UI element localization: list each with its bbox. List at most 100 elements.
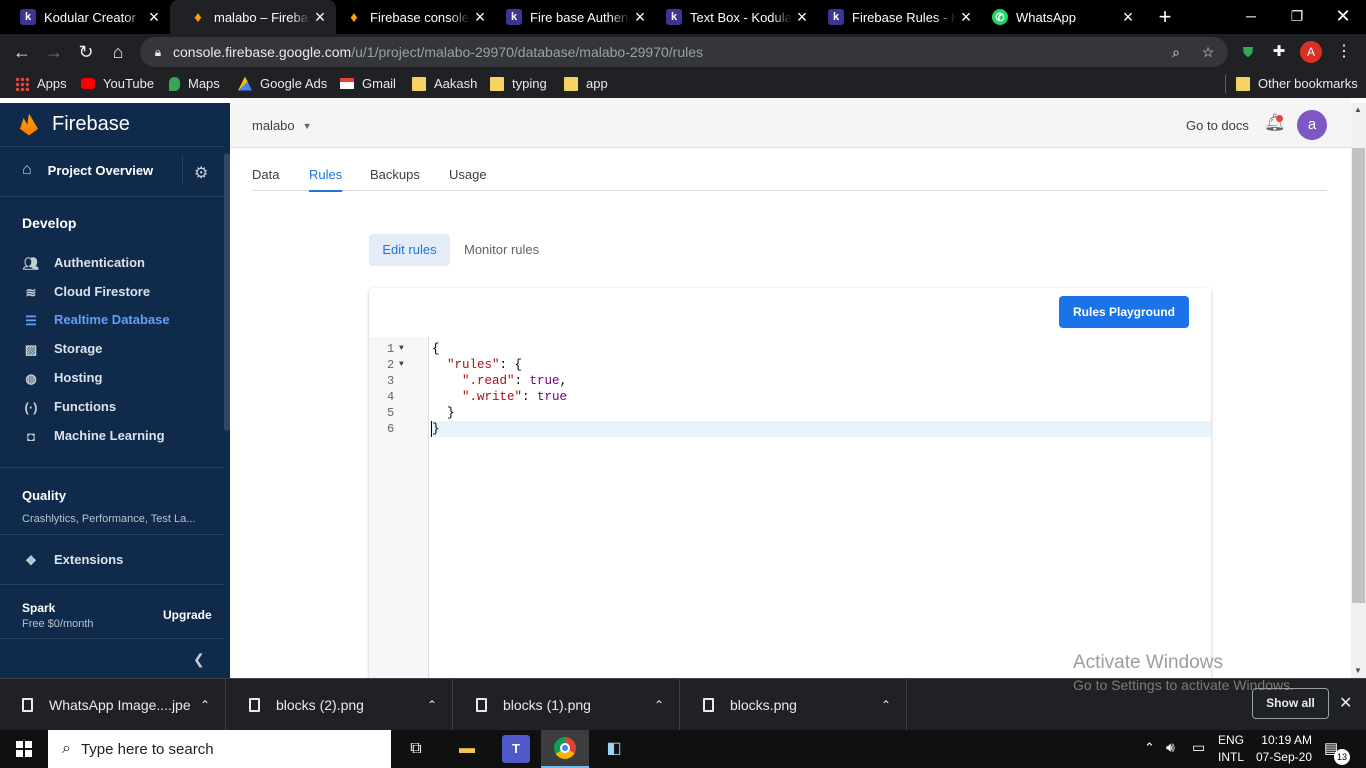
task-view-icon[interactable]: ⧉ [402, 735, 430, 763]
code-editor[interactable]: 1 ▼ 2 ▼ 3 4 5 6 { "rules": { ".read": true… [369, 337, 1211, 678]
address-bar[interactable]: 🔒︎ console.firebase.google.com/u/1/proje… [140, 37, 1228, 67]
browser-tab[interactable]: ♦ Firebase console × [336, 0, 496, 34]
zoom-search-icon[interactable]: ⌕ [1166, 41, 1186, 63]
gmail-icon [340, 78, 354, 89]
close-tab-icon[interactable]: × [310, 7, 330, 28]
other-bookmarks[interactable]: Other bookmarks [1236, 76, 1358, 91]
sidebar-item-machine-learning[interactable]: ◘ Machine Learning [22, 428, 164, 444]
restore-window-button[interactable]: ❐ [1274, 0, 1320, 32]
download-item[interactable]: blocks.png ⌃ [681, 679, 907, 731]
line-number: 1 ▼ [387, 341, 404, 357]
chevron-up-icon[interactable]: ⌃ [418, 698, 446, 712]
rules-playground-button[interactable]: Rules Playground [1059, 296, 1189, 328]
monitor-rules-button[interactable]: Monitor rules [464, 234, 539, 266]
fold-arrow-icon[interactable]: ▼ [399, 341, 404, 357]
scrollbar-thumb[interactable] [1352, 148, 1365, 603]
plan-name: Spark [22, 601, 56, 615]
bookmark-youtube[interactable]: YouTube [81, 76, 154, 91]
close-tab-icon[interactable]: × [470, 7, 490, 28]
scroll-down-arrow-icon[interactable]: ▼ [1354, 666, 1362, 675]
quality-heading[interactable]: Quality [22, 488, 66, 503]
chevron-up-icon[interactable]: ⌃ [872, 698, 900, 712]
bookmark-maps[interactable]: Maps [169, 76, 220, 91]
firebase-logo[interactable]: Firebase [20, 113, 130, 136]
project-overview-link[interactable]: ⌂ Project Overview [22, 161, 153, 179]
keyboard-layout-indicator[interactable]: INTL [1218, 750, 1244, 764]
sidebar-item-realtime-database[interactable]: ☰ Realtime Database [22, 312, 169, 328]
profile-avatar[interactable]: A [1300, 41, 1322, 63]
sidebar-item-extensions[interactable]: ❖ Extensions [22, 552, 123, 568]
back-button[interactable]: ← [9, 39, 35, 65]
bookmark-gmail[interactable]: Gmail [340, 76, 396, 91]
start-button[interactable] [0, 730, 48, 768]
language-indicator[interactable]: ENG [1218, 733, 1244, 747]
browser-tab[interactable]: k Text Box - Kodular × [656, 0, 818, 34]
go-to-docs-link[interactable]: Go to docs [1186, 118, 1249, 133]
reload-button[interactable]: ↻ [73, 39, 99, 65]
gear-icon[interactable]: ⚙ [194, 163, 208, 183]
close-tab-icon[interactable]: × [1118, 7, 1138, 28]
tab-data[interactable]: Data [252, 167, 279, 190]
bookmarks-bar: Apps YouTube Maps Google Ads Gmail Aakas… [0, 70, 1366, 98]
upgrade-button[interactable]: Upgrade [163, 608, 212, 622]
browser-tab-active[interactable]: ♦ malabo – Firebase × [170, 0, 336, 34]
bookmark-google-ads[interactable]: Google Ads [238, 76, 327, 91]
develop-heading[interactable]: Develop [22, 215, 76, 231]
bookmark-star-icon[interactable]: ☆ [1198, 41, 1218, 63]
app-icon[interactable]: ◧ [600, 735, 628, 763]
tab-backups[interactable]: Backups [370, 167, 420, 190]
close-tab-icon[interactable]: × [144, 7, 164, 28]
database-tabs: Data Rules Backups Usage [252, 163, 1327, 192]
browser-tab[interactable]: k Fire base Authenti × [496, 0, 656, 34]
sidebar-item-cloud-firestore[interactable]: ≋ Cloud Firestore [22, 284, 151, 300]
collapse-sidebar-icon[interactable]: ❮ [193, 651, 205, 668]
show-hidden-icons-chevron-icon[interactable]: ⌃ [1144, 740, 1155, 756]
code-line: "rules": { [447, 358, 523, 372]
home-button[interactable]: ⌂ [105, 39, 131, 65]
new-tab-button[interactable]: + [1154, 4, 1176, 30]
minimize-window-button[interactable]: ─ [1228, 0, 1274, 32]
menu-dots-icon[interactable]: ⋮ [1333, 41, 1355, 63]
volume-icon[interactable]: 🔊︎ [1166, 739, 1175, 756]
chevron-up-icon[interactable]: ⌃ [191, 698, 219, 712]
sidebar-item-functions[interactable]: (·) Functions [22, 399, 117, 415]
tab-rules[interactable]: Rules [309, 167, 343, 192]
sidebar-item-authentication[interactable]: 👥︎ Authentication [22, 255, 145, 271]
sidebar-item-storage[interactable]: ▨ Storage [22, 341, 103, 357]
extensions-puzzle-icon[interactable]: ✚ [1268, 41, 1290, 63]
bookmark-apps[interactable]: Apps [15, 76, 67, 91]
edit-rules-button[interactable]: Edit rules [369, 234, 450, 266]
chrome-taskbar-button[interactable] [541, 730, 589, 768]
download-item[interactable]: blocks (2).png ⌃ [227, 679, 453, 731]
chevron-up-icon[interactable]: ⌃ [645, 698, 673, 712]
project-selector[interactable]: malabo ▼ [252, 118, 312, 133]
bookmark-folder-typing[interactable]: typing [490, 76, 547, 91]
browser-tab[interactable]: k Firebase Rules - Ko × [818, 0, 982, 34]
close-window-button[interactable]: ✕ [1320, 0, 1366, 32]
download-item[interactable]: blocks (1).png ⌃ [454, 679, 680, 731]
file-explorer-icon[interactable]: ▬ [453, 735, 481, 763]
tab-usage[interactable]: Usage [449, 167, 487, 190]
close-downloads-icon[interactable]: ✕ [1339, 693, 1352, 713]
close-tab-icon[interactable]: × [630, 7, 650, 28]
download-item[interactable]: WhatsApp Image....jpeg ⌃ [0, 679, 226, 731]
network-icon[interactable]: ▭ [1192, 739, 1205, 756]
folder-icon [1236, 76, 1250, 91]
taskbar-search-box[interactable]: ⌕ Type here to search [48, 730, 391, 768]
browser-tab[interactable]: k Kodular Creator × [0, 0, 170, 34]
shield-extension-icon[interactable]: ⛊ [1237, 41, 1259, 63]
close-tab-icon[interactable]: × [792, 7, 812, 28]
browser-tab[interactable]: ✆ WhatsApp × [982, 0, 1144, 34]
account-avatar[interactable]: a [1297, 110, 1327, 140]
forward-button[interactable]: → [41, 39, 67, 65]
notification-dot [1276, 115, 1283, 122]
close-tab-icon[interactable]: × [956, 7, 976, 28]
clock-date[interactable]: 07-Sep-20 [1252, 750, 1312, 764]
clock-time[interactable]: 10:19 AM [1260, 733, 1312, 747]
fold-arrow-icon[interactable]: ▼ [399, 357, 404, 373]
bookmark-folder-aakash[interactable]: Aakash [412, 76, 477, 91]
sidebar-item-hosting[interactable]: ◍ Hosting [22, 370, 102, 386]
bookmark-folder-app[interactable]: app [564, 76, 608, 91]
teams-icon[interactable]: T [502, 735, 530, 763]
scroll-up-arrow-icon[interactable]: ▲ [1354, 105, 1362, 114]
